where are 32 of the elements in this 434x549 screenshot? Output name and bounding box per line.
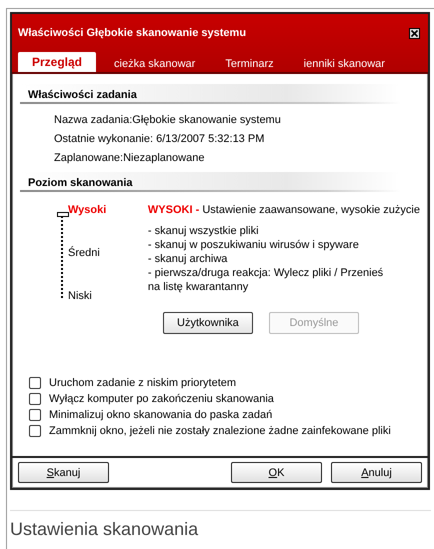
tab[interactable]: Terminarz <box>215 55 286 72</box>
checkbox-label: Wyłącz komputer po zakończeniu skanowania <box>49 393 274 405</box>
level-label: Średni <box>68 247 101 259</box>
window-title: Właściwości Głębokie skanowanie systemu <box>18 27 246 39</box>
tab[interactable]: ienniki skanowar <box>294 55 397 72</box>
tab[interactable]: cieżka skanowar <box>104 55 208 72</box>
level-label: Wysoki <box>68 204 106 216</box>
slider-thumb[interactable] <box>57 212 69 217</box>
detail-text: - skanuj w poszukiwaniu wirusów i spyware <box>148 238 360 252</box>
checkbox-label: Minimalizuj okno skanowania do paska zadań <box>49 409 272 421</box>
button[interactable]: Anuluj <box>331 462 422 483</box>
checkbox[interactable] <box>29 377 41 389</box>
checkbox[interactable] <box>29 425 41 437</box>
detail-text: - skanuj archiwa <box>148 252 228 266</box>
checkbox-label: Uruchom zadanie z niskim priorytetem <box>49 377 236 389</box>
button[interactable]: Użytkownika <box>162 312 253 334</box>
checkbox-label: Zammknij okno, jeżeli nie zostały znalezione żadne zainfekowane pliki <box>49 425 391 437</box>
info-text: Nazwa zadania:Głębokie skanowanie systemu <box>54 114 282 126</box>
info-text: Ostatnie wykonanie: 6/13/2007 5:32:13 PM <box>54 133 266 145</box>
checkbox[interactable] <box>29 409 41 421</box>
level-description: Ustawienie zaawansowane, wysokie zużycie <box>202 204 420 216</box>
info-text: Zaplanowane:Niezaplanowane <box>54 152 206 164</box>
detail-text: - pierwsza/druga reakcja: Wylecz pliki / Przenieś na listę kwarantanny <box>148 266 384 294</box>
button[interactable]: OK <box>231 462 322 483</box>
caption: Ustawienia skanowania <box>10 510 431 540</box>
close-icon[interactable] <box>409 28 420 38</box>
level-label: Niski <box>68 290 93 302</box>
level-name: WYSOKI - <box>148 204 200 216</box>
detail-text: - skanuj wszystkie pliki <box>148 224 260 238</box>
button[interactable]: Skanuj <box>18 462 109 483</box>
tab[interactable]: Przegląd <box>18 52 96 72</box>
checkbox[interactable] <box>29 393 41 405</box>
